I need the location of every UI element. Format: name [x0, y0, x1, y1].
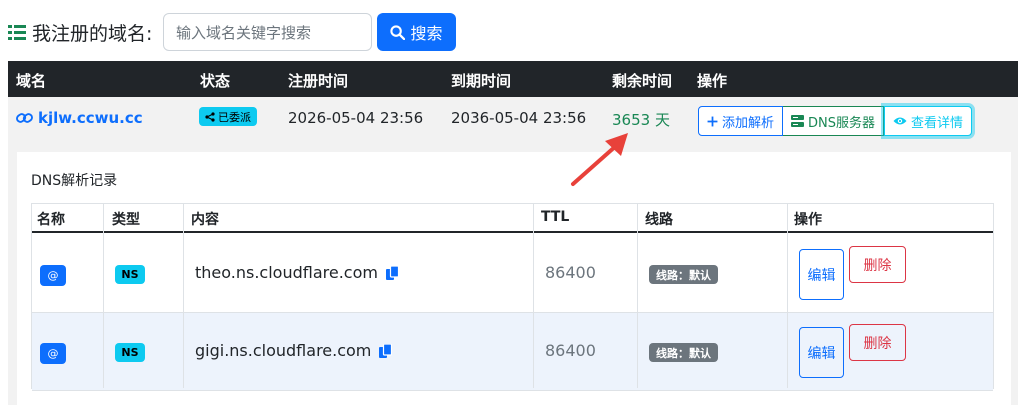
column-divider: [183, 204, 184, 388]
dns-title: DNS解析记录: [31, 173, 118, 189]
dns-col-content: 内容: [191, 212, 219, 228]
search-input[interactable]: 输入域名关键字搜索: [163, 13, 372, 51]
record-type-badge: NS: [115, 265, 145, 284]
record-name-badge: @: [40, 343, 66, 364]
domain-actions: 添加解析 DNS服务器 查看详情: [698, 106, 973, 136]
dns-col-name: 名称: [37, 212, 65, 228]
column-divider: [533, 204, 534, 388]
column-divider: [103, 204, 104, 388]
add-record-label: 添加解析: [722, 115, 775, 131]
server-icon: [791, 115, 805, 127]
status-badge: 已委派: [199, 107, 257, 126]
record-content-value: theo.ns.cloudflare.com: [195, 263, 378, 282]
record-ttl: 86400: [545, 341, 596, 360]
page-title: 我注册的域名:: [32, 22, 153, 45]
eye-icon: [893, 117, 907, 125]
share-icon: [205, 111, 215, 122]
search-button[interactable]: 搜索: [377, 13, 456, 51]
dns-col-actions: 操作: [794, 212, 822, 228]
edit-button[interactable]: 编辑: [799, 327, 844, 378]
domain-table-header: 域名 状态 注册时间 到期时间 剩余时间 操作: [8, 61, 1018, 97]
copy-icon[interactable]: [385, 265, 399, 280]
link-icon: [16, 113, 33, 123]
record-name-badge: @: [40, 265, 66, 286]
view-details-label: 查看详情: [911, 115, 964, 131]
page-header: 我注册的域名:: [8, 13, 152, 51]
status-label: 已委派: [218, 110, 251, 124]
dns-col-line: 线路: [645, 212, 673, 228]
col-registered: 注册时间: [288, 72, 349, 90]
record-content: gigi.ns.cloudflare.com: [195, 341, 393, 360]
record-content: theo.ns.cloudflare.com: [195, 263, 399, 282]
record-line-badge: 线路：默认: [649, 343, 718, 362]
record-line-badge: 线路：默认: [649, 265, 718, 284]
record-ttl: 86400: [545, 263, 596, 282]
col-remaining: 剩余时间: [612, 72, 673, 90]
search-icon: [390, 24, 406, 40]
dns-servers-label: DNS服务器: [808, 115, 876, 131]
edit-button[interactable]: 编辑: [799, 249, 844, 300]
domain-link[interactable]: kjlw.ccwu.cc: [16, 109, 143, 127]
col-domain: 域名: [16, 72, 47, 90]
copy-icon[interactable]: [379, 343, 393, 358]
domain-row: kjlw.ccwu.cc 已委派 2026-05-04 23:56 2036-0…: [8, 97, 1018, 143]
dns-col-type: 类型: [112, 212, 140, 228]
record-type-badge: NS: [115, 343, 145, 362]
col-actions: 操作: [697, 72, 728, 90]
dns-servers-button[interactable]: DNS服务器: [783, 106, 885, 136]
annotation-arrow-icon: [571, 133, 628, 186]
col-status: 状态: [200, 72, 231, 90]
col-expires: 到期时间: [451, 72, 512, 90]
search-placeholder: 输入域名关键字搜索: [176, 23, 312, 42]
record-content-value: gigi.ns.cloudflare.com: [195, 341, 372, 360]
list-icon: [8, 24, 26, 40]
delete-button[interactable]: 删除: [849, 324, 906, 361]
column-divider: [637, 204, 638, 388]
registered-date: 2026-05-04 23:56: [288, 109, 424, 127]
delete-button[interactable]: 删除: [849, 246, 906, 283]
dns-record-row: @ NS theo.ns.cloudflare.com 86400 线路：默认 …: [32, 235, 993, 313]
dns-table: 名称 类型 内容 TTL 线路 操作 @ NS theo.ns.cloudfla…: [31, 203, 994, 391]
domain-name: kjlw.ccwu.cc: [38, 109, 143, 127]
plus-icon: [707, 116, 718, 126]
view-details-button[interactable]: 查看详情: [884, 106, 973, 136]
dns-record-row: @ NS gigi.ns.cloudflare.com 86400 线路：默认 …: [32, 313, 993, 391]
dns-col-ttl: TTL: [541, 209, 570, 225]
search-button-label: 搜索: [410, 24, 443, 43]
add-record-button[interactable]: 添加解析: [698, 106, 784, 136]
dns-table-header: 名称 类型 内容 TTL 线路 操作: [32, 204, 993, 233]
column-divider: [787, 204, 788, 388]
